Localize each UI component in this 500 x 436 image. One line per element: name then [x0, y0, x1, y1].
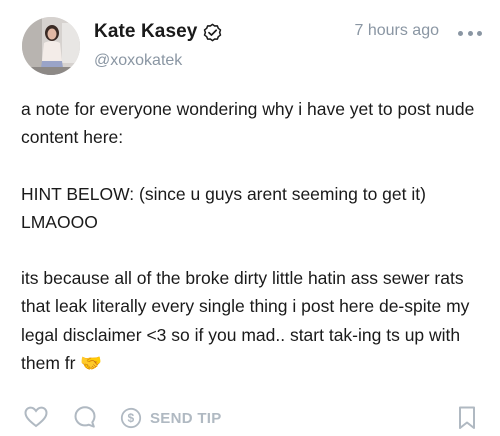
avatar-photo — [22, 17, 80, 75]
comment-bubble-icon[interactable] — [72, 404, 98, 435]
post-timestamp[interactable]: 7 hours ago — [354, 22, 439, 40]
send-tip-label: SEND TIP — [150, 409, 222, 427]
verified-badge-icon — [203, 23, 222, 42]
author-name[interactable]: Kate Kasey — [94, 21, 197, 43]
dollar-circle-icon: $ — [120, 407, 142, 429]
heart-icon[interactable] — [23, 404, 49, 435]
svg-text:$: $ — [128, 411, 135, 425]
post-actions: $ SEND TIP — [0, 400, 500, 436]
post-header: Kate Kasey @xoxokatek 7 hours ago — [0, 0, 500, 90]
avatar[interactable] — [22, 17, 80, 75]
author-row: Kate Kasey — [94, 21, 222, 43]
post-text: a note for everyone wondering why i have… — [21, 99, 475, 373]
more-dots-icon[interactable] — [458, 29, 482, 37]
author-handle[interactable]: @xoxokatek — [94, 52, 182, 70]
bookmark-icon[interactable] — [456, 405, 478, 436]
send-tip-button[interactable]: $ SEND TIP — [120, 407, 222, 429]
